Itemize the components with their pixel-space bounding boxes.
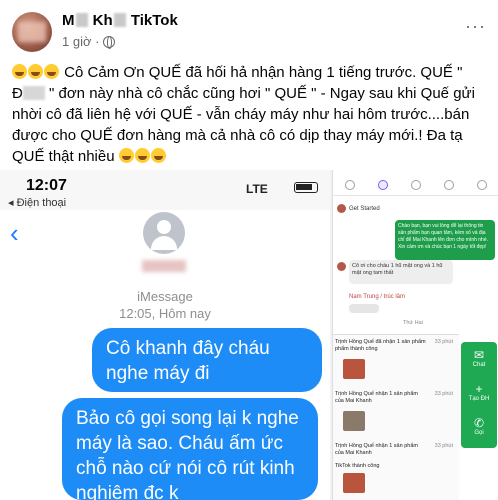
- contact-name-redaction: [142, 260, 186, 272]
- chat-icon: ✉: [473, 348, 485, 362]
- message-bubble: Bảo cô gọi song lại k nghe máy là sao. C…: [62, 398, 318, 500]
- signal-icon: LTE: [246, 182, 268, 196]
- laughing-emoji-icon: [44, 64, 59, 79]
- status-clock: 12:07: [26, 177, 67, 194]
- imessage-header: iMessage 12:05, Hôm nay: [119, 289, 211, 321]
- panel-tabs: [333, 174, 498, 196]
- action-rail: ✉ Chat + Tạo ĐH ✆ Gọi: [461, 342, 497, 448]
- avatar: [337, 262, 346, 271]
- plus-icon: +: [475, 382, 483, 396]
- product-thumbnail: [343, 473, 365, 493]
- list-item: Trịnh Hồng Quế nhận 1 sản phẩm của Mai K…: [335, 391, 457, 431]
- post-header: M Kh TikTok 1 giờ · ···: [12, 8, 486, 52]
- laughing-emoji-icon: [28, 64, 43, 79]
- contact-avatar-icon: [143, 212, 185, 254]
- chat-button[interactable]: ✉ Chat: [461, 348, 497, 368]
- create-order-button[interactable]: + Tạo ĐH: [461, 382, 497, 402]
- tab-icon: [477, 179, 488, 190]
- text-redaction: [22, 86, 45, 100]
- chevron-left-icon: ‹: [10, 218, 19, 248]
- name-redaction: [113, 13, 126, 27]
- laughing-emoji-icon: [12, 64, 27, 79]
- name-redaction: [75, 13, 88, 27]
- avatar[interactable]: [12, 12, 52, 52]
- product-thumbnail: [343, 411, 365, 431]
- message-bubble: Cô khanh đây cháu nghe máy đi: [92, 328, 322, 392]
- call-button[interactable]: ✆ Gọi: [461, 416, 497, 436]
- sender-name: Nam Trung / trúc lâm: [349, 294, 406, 300]
- messenger-tab-icon: [377, 179, 388, 190]
- status-bar: 12:07 ◂ Điện thoại LTE: [0, 170, 330, 210]
- post-author[interactable]: M Kh TikTok: [62, 12, 178, 29]
- back-to-phone-link: ◂ Điện thoại: [8, 197, 67, 209]
- phone-screenshot: 12:07 ◂ Điện thoại LTE ‹ iMessage 12:05,…: [0, 170, 330, 500]
- list-item: Trịnh Hồng Quế nhận 1 sản phẩm của Mai K…: [335, 443, 453, 456]
- globe-icon: [103, 35, 116, 49]
- activity-feed: Trịnh Hồng Quế đã nhận 1 sản phẩm phẩm t…: [333, 334, 459, 500]
- more-options-button[interactable]: ···: [465, 16, 486, 37]
- tab-icon: [410, 179, 421, 190]
- phone-icon: ✆: [473, 416, 485, 430]
- customer-message: Cô ơi cho cháu 1 hũ mật ong và 1 hũ mật …: [349, 260, 453, 284]
- post-media[interactable]: 12:07 ◂ Điện thoại LTE ‹ iMessage 12:05,…: [0, 170, 498, 500]
- post-text: Cô Cảm Ơn QUẾ đã hối hả nhận hàng 1 tiến…: [12, 64, 475, 165]
- small-bubble: [349, 304, 379, 313]
- rofl-emoji-icon: [118, 148, 134, 163]
- product-thumbnail: [343, 359, 365, 379]
- post-time[interactable]: 1 giờ ·: [62, 34, 99, 49]
- avatar: [337, 204, 346, 213]
- chat-panel-screenshot: Get Started Chào bạn, bạn vui lòng để lạ…: [332, 170, 498, 500]
- list-item: TikTok thành công: [335, 463, 457, 493]
- auto-reply-message: Chào bạn, bạn vui lòng để lại thông tin …: [395, 220, 495, 260]
- list-item: Trịnh Hồng Quế đã nhận 1 sản phẩm phẩm t…: [335, 339, 457, 379]
- rofl-emoji-icon: [150, 148, 166, 163]
- tab-icon: [444, 179, 455, 190]
- post-meta: 1 giờ ·: [62, 34, 116, 49]
- tab-icon: [344, 179, 355, 190]
- get-started-label: Get Started: [349, 206, 380, 212]
- day-separator: Thứ Hai: [403, 320, 423, 326]
- rofl-emoji-icon: [134, 148, 150, 163]
- battery-icon: [294, 182, 318, 193]
